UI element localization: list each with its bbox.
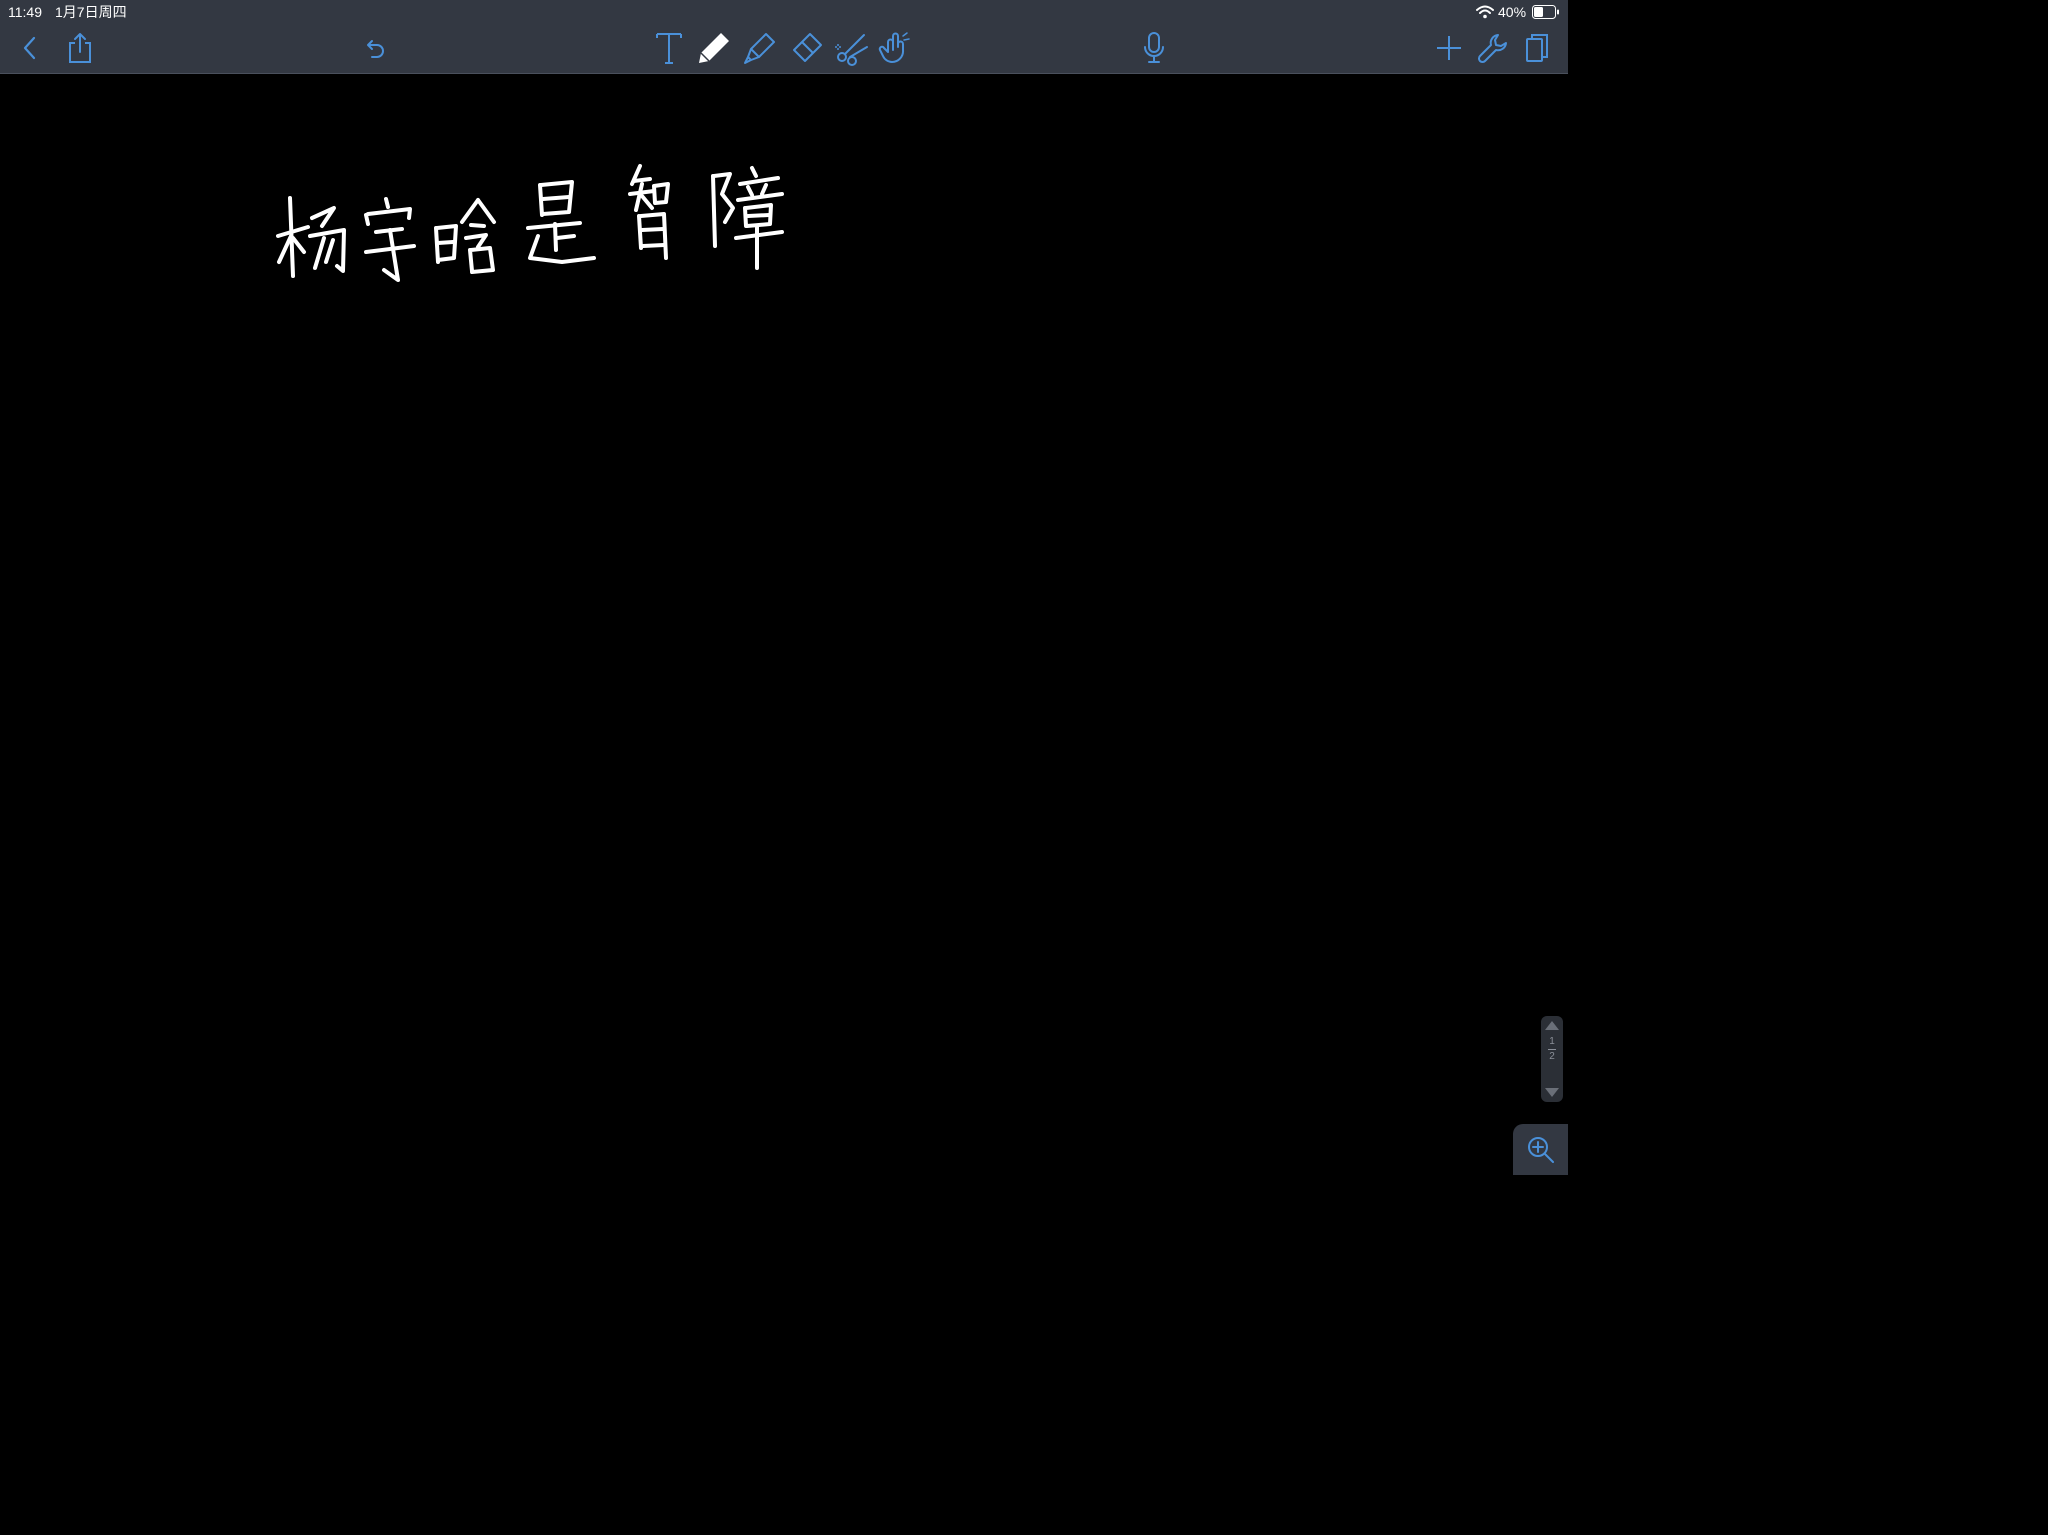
- pages-icon: [1526, 34, 1548, 62]
- page-down-icon[interactable]: [1543, 1086, 1561, 1100]
- text-tool-button[interactable]: [651, 30, 687, 66]
- page-navigator[interactable]: 1 2: [1541, 1016, 1563, 1102]
- battery-percent: 40%: [1498, 4, 1527, 20]
- settings-button[interactable]: [1475, 30, 1511, 66]
- page-up-icon[interactable]: [1543, 1018, 1561, 1032]
- pen-tool-button[interactable]: [696, 30, 732, 66]
- zoom-in-icon: [1527, 1136, 1554, 1163]
- eraser-tool-icon: [793, 33, 822, 62]
- text-tool-icon: [656, 33, 682, 64]
- handwritten-ink: [276, 164, 784, 282]
- hand-tool-icon: [878, 32, 910, 64]
- hand-tool-button[interactable]: [876, 30, 912, 66]
- status-time: 11:49: [8, 4, 42, 20]
- share-button[interactable]: [62, 30, 98, 66]
- total-pages-number: 2: [1549, 1051, 1555, 1062]
- wrench-icon: [1477, 34, 1507, 64]
- status-date: 1月7日周四: [55, 4, 127, 20]
- add-button[interactable]: [1431, 30, 1467, 66]
- note-canvas[interactable]: 1 2: [0, 74, 1568, 1175]
- eraser-tool-button[interactable]: [788, 30, 824, 66]
- undo-icon: [367, 40, 384, 58]
- highlighter-tool-icon: [744, 33, 775, 64]
- battery-icon: [1532, 5, 1559, 19]
- current-page-number: 1: [1549, 1036, 1555, 1047]
- back-button[interactable]: [12, 30, 48, 66]
- microphone-button[interactable]: [1136, 30, 1172, 66]
- add-icon: [1437, 36, 1461, 60]
- microphone-icon: [1144, 32, 1164, 63]
- undo-button[interactable]: [356, 30, 392, 66]
- page-divider: [1548, 1049, 1556, 1050]
- zoom-button[interactable]: [1513, 1124, 1568, 1175]
- back-icon: [23, 36, 36, 60]
- scissors-tool-button[interactable]: [833, 30, 869, 66]
- pages-button[interactable]: [1519, 30, 1555, 66]
- wifi-icon: [1476, 5, 1494, 19]
- pen-tool-icon: [699, 33, 729, 63]
- toolbar: 11:49 1月7日周四 40%: [0, 0, 1568, 74]
- highlighter-tool-button[interactable]: [742, 30, 778, 66]
- scissors-tool-icon: [835, 34, 868, 66]
- share-icon: [69, 33, 91, 63]
